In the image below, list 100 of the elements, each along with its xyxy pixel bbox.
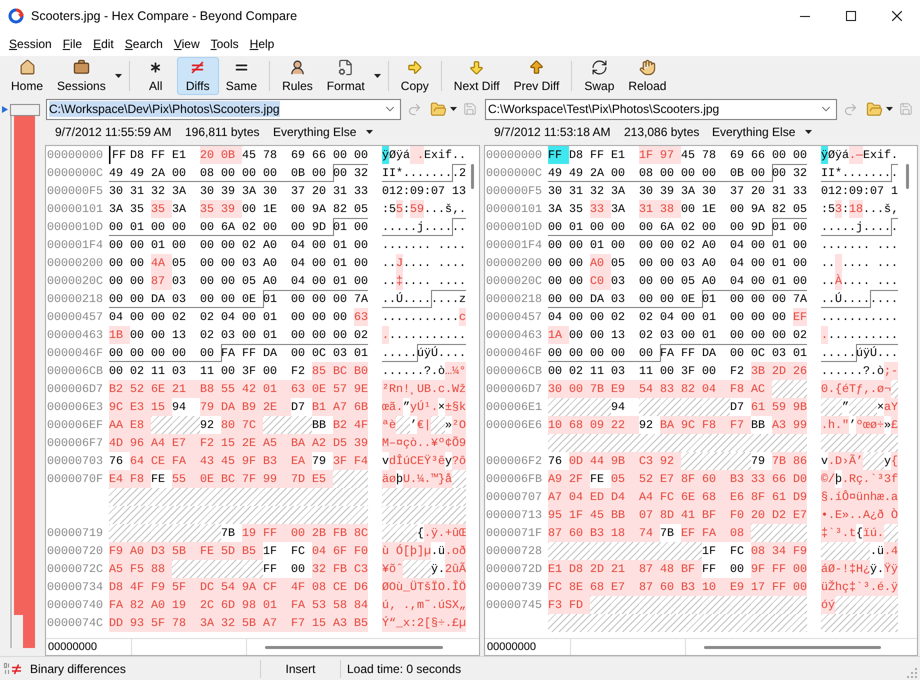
hex-byte: 01 bbox=[569, 218, 590, 236]
hatched-gap bbox=[242, 560, 263, 578]
hex-byte: 7B bbox=[772, 452, 793, 470]
hex-byte: 00 bbox=[333, 327, 348, 344]
menu-item[interactable]: Tools bbox=[206, 35, 243, 53]
hex-byte: 63 bbox=[354, 308, 368, 326]
hex-byte: EA bbox=[291, 452, 312, 470]
menu-item[interactable]: Edit bbox=[89, 35, 118, 53]
hex-byte: 99 bbox=[263, 470, 291, 488]
hex-byte: 00 bbox=[548, 255, 563, 272]
hex-byte: 76 bbox=[548, 453, 563, 470]
offset-field[interactable]: 00000000 bbox=[485, 639, 571, 655]
menu-item[interactable]: Help bbox=[246, 35, 278, 53]
hex-byte: 9D bbox=[751, 218, 772, 236]
scrollbar-thumb[interactable] bbox=[265, 646, 443, 648]
hex-byte: 1E bbox=[702, 201, 717, 218]
ascii-text: ........... bbox=[821, 326, 898, 344]
menu-item[interactable]: Search bbox=[120, 35, 167, 53]
format-button[interactable]: Format bbox=[320, 57, 372, 95]
hex-byte: 57 bbox=[333, 380, 354, 398]
hex-byte: B3 bbox=[730, 470, 751, 488]
same-button[interactable]: Same bbox=[218, 57, 264, 95]
hex-byte: F9 bbox=[793, 542, 807, 560]
hex-byte: 00 bbox=[130, 255, 145, 272]
hex-byte: E1 bbox=[172, 147, 187, 164]
scrollbar-thumb[interactable] bbox=[471, 164, 474, 189]
hex-byte: 03 bbox=[660, 327, 675, 344]
caret-icon[interactable] bbox=[886, 107, 893, 111]
reload-button[interactable]: Reload bbox=[621, 57, 674, 95]
next-diff-button[interactable]: Next Diff bbox=[446, 57, 507, 95]
maximize-icon bbox=[846, 11, 856, 21]
hex-byte: 33 bbox=[590, 200, 611, 218]
path-field[interactable]: C:\Workspace\Dev\Pix\Photos\Scooters.jpg bbox=[46, 98, 401, 120]
sessions-button[interactable]: Sessions bbox=[50, 57, 113, 95]
hex-byte: D8 bbox=[569, 147, 584, 164]
ascii-text: ...........c bbox=[382, 308, 466, 326]
all-button[interactable]: All bbox=[134, 57, 177, 95]
hatched-gap bbox=[751, 524, 772, 542]
filter-dropdown[interactable]: Everything Else bbox=[273, 123, 374, 141]
hex-byte: 01 bbox=[263, 290, 291, 308]
menu-item[interactable]: View bbox=[170, 35, 204, 53]
hex-byte: F9 bbox=[151, 578, 172, 596]
hex-byte: 00 bbox=[221, 237, 236, 254]
curved-arrow-icon[interactable] bbox=[843, 102, 858, 116]
offset-label: 000001F4 bbox=[46, 237, 104, 254]
hex-byte: ED bbox=[590, 488, 611, 506]
hex-byte: 03 bbox=[611, 273, 626, 290]
hex-byte: 00 bbox=[660, 255, 675, 272]
hex-byte: 68 bbox=[590, 578, 611, 596]
ascii-text: ©/þ.Rç.`³3f bbox=[821, 470, 898, 488]
menu-item[interactable]: File bbox=[58, 35, 86, 53]
hex-byte: 00 bbox=[569, 309, 584, 326]
ascii-text: ÿØÿá .Exif.. bbox=[382, 146, 466, 164]
save-icon[interactable] bbox=[899, 102, 913, 116]
hex-byte: 00 bbox=[109, 290, 130, 308]
copy-button[interactable]: Copy bbox=[394, 57, 436, 95]
hex-byte: 05 bbox=[354, 201, 368, 218]
caret-icon[interactable] bbox=[450, 107, 457, 111]
hex-byte: 31 bbox=[130, 183, 145, 200]
hex-byte: DA bbox=[263, 344, 291, 362]
hex-byte: 01 bbox=[702, 309, 717, 326]
hex-byte: 00 bbox=[660, 363, 675, 380]
caret-icon bbox=[374, 74, 381, 78]
hex-byte: 00 bbox=[354, 255, 368, 272]
hex-byte: DA bbox=[151, 290, 172, 308]
hex-byte: 41 bbox=[681, 506, 702, 524]
hex-byte: 0B bbox=[291, 164, 312, 182]
hatched-gap bbox=[548, 542, 569, 560]
hex-byte: FE bbox=[200, 542, 221, 560]
filter-dropdown[interactable]: Everything Else bbox=[712, 123, 812, 141]
home-button[interactable]: Home bbox=[4, 57, 50, 95]
hex-byte: 26 bbox=[793, 362, 807, 380]
hex-byte: EF bbox=[793, 308, 807, 326]
swap-button[interactable]: Swap bbox=[577, 57, 622, 95]
hex-byte: DA bbox=[702, 344, 730, 362]
resize-grip-icon[interactable] bbox=[907, 668, 917, 678]
hex-byte: A5 bbox=[263, 434, 291, 452]
offset-field[interactable]: 00000000 bbox=[46, 639, 132, 655]
hex-byte: E7 bbox=[793, 506, 807, 524]
scrollbar-thumb[interactable] bbox=[906, 164, 909, 189]
path-field[interactable]: C:\Workspace\Test\Pix\Photos\Scooters.jpg bbox=[485, 98, 837, 120]
scrollbar-thumb[interactable] bbox=[704, 646, 881, 648]
prev-diff-button[interactable]: Prev Diff bbox=[506, 57, 566, 95]
offset-label: 0000070F bbox=[46, 471, 104, 488]
hatched-gap bbox=[172, 560, 200, 578]
hex-byte: A0 bbox=[263, 273, 278, 290]
hex-byte: 00 bbox=[109, 344, 130, 362]
hex-byte: 00 bbox=[221, 164, 242, 182]
hex-byte: BA bbox=[660, 416, 681, 434]
save-icon[interactable] bbox=[463, 102, 477, 116]
rules-button[interactable]: Rules bbox=[275, 57, 320, 95]
diffs-button[interactable]: Diffs bbox=[176, 57, 219, 95]
hex-byte: A2 bbox=[312, 434, 333, 452]
curved-arrow-icon[interactable] bbox=[407, 102, 422, 116]
offset-label: 000006EF bbox=[46, 417, 104, 434]
menu-item[interactable]: Session bbox=[5, 35, 56, 53]
offset-label: 000006E6 bbox=[485, 417, 543, 434]
hex-byte: FE bbox=[590, 471, 605, 488]
hex-byte: 30 bbox=[200, 183, 215, 200]
hex-byte: 00 bbox=[312, 327, 327, 344]
